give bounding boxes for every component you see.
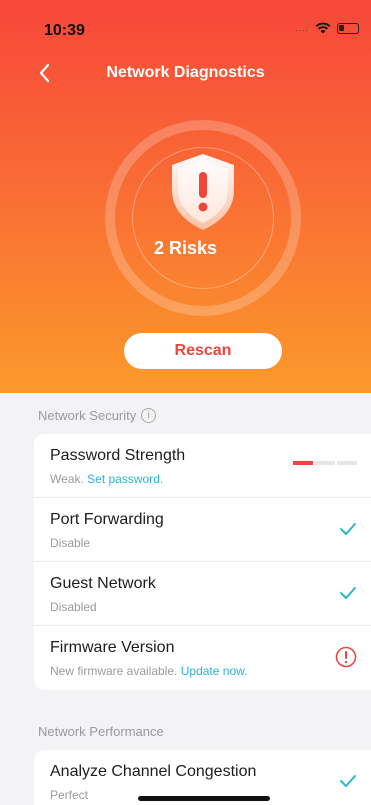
section-title: Network Security xyxy=(38,408,137,423)
list-item-port-forwarding[interactable]: Port Forwarding Disable xyxy=(34,498,371,562)
section-title: Network Performance xyxy=(38,724,164,739)
section-header-network-security: Network Security i xyxy=(38,408,157,423)
status-icons: .... xyxy=(295,22,359,34)
signal-dots: .... xyxy=(294,23,309,33)
checkmark-icon xyxy=(340,775,356,787)
section-header-network-performance: Network Performance xyxy=(38,724,164,739)
shield-alert-icon xyxy=(172,154,234,230)
alert-circle-icon xyxy=(335,646,357,668)
wifi-icon xyxy=(315,22,331,34)
item-subtitle: Perfect xyxy=(50,788,89,802)
checkmark-icon xyxy=(340,523,356,535)
info-icon[interactable]: i xyxy=(141,408,157,423)
strength-segment xyxy=(337,461,357,465)
diagnostics-hero: 10:39 .... Network Diagnostics 2 Risks R… xyxy=(0,0,371,393)
list-item-password-strength[interactable]: Password Strength Weak. Set password. xyxy=(34,434,371,498)
rescan-button[interactable]: Rescan xyxy=(124,333,282,369)
item-subtitle: Disable xyxy=(50,536,91,550)
strength-segment xyxy=(293,461,313,465)
update-now-link[interactable]: Update now. xyxy=(181,664,248,678)
item-title: Firmware Version xyxy=(50,639,175,656)
strength-segment xyxy=(315,461,335,465)
page-title: Network Diagnostics xyxy=(106,64,265,81)
status-bar: 10:39 .... xyxy=(0,0,371,44)
checkmark-icon xyxy=(340,587,356,599)
item-title: Guest Network xyxy=(50,575,156,592)
network-security-card: Password Strength Weak. Set password. Po… xyxy=(34,434,371,690)
item-title: Analyze Channel Congestion xyxy=(50,763,257,780)
list-item-guest-network[interactable]: Guest Network Disabled xyxy=(34,562,371,626)
item-title: Password Strength xyxy=(50,447,186,464)
home-indicator xyxy=(138,796,270,801)
item-subtitle: New firmware available. Update now. xyxy=(50,664,248,678)
item-subtitle: Weak. Set password. xyxy=(50,472,164,486)
password-strength-meter xyxy=(293,461,357,465)
status-time: 10:39 xyxy=(44,22,85,39)
set-password-link[interactable]: Set password. xyxy=(87,472,163,486)
list-item-firmware-version[interactable]: Firmware Version New firmware available.… xyxy=(34,626,371,690)
item-title: Port Forwarding xyxy=(50,511,164,528)
nav-bar: Network Diagnostics xyxy=(0,56,371,90)
item-subtitle: Disabled xyxy=(50,600,97,614)
battery-icon xyxy=(337,22,359,34)
risk-count: 2 Risks xyxy=(153,238,218,258)
